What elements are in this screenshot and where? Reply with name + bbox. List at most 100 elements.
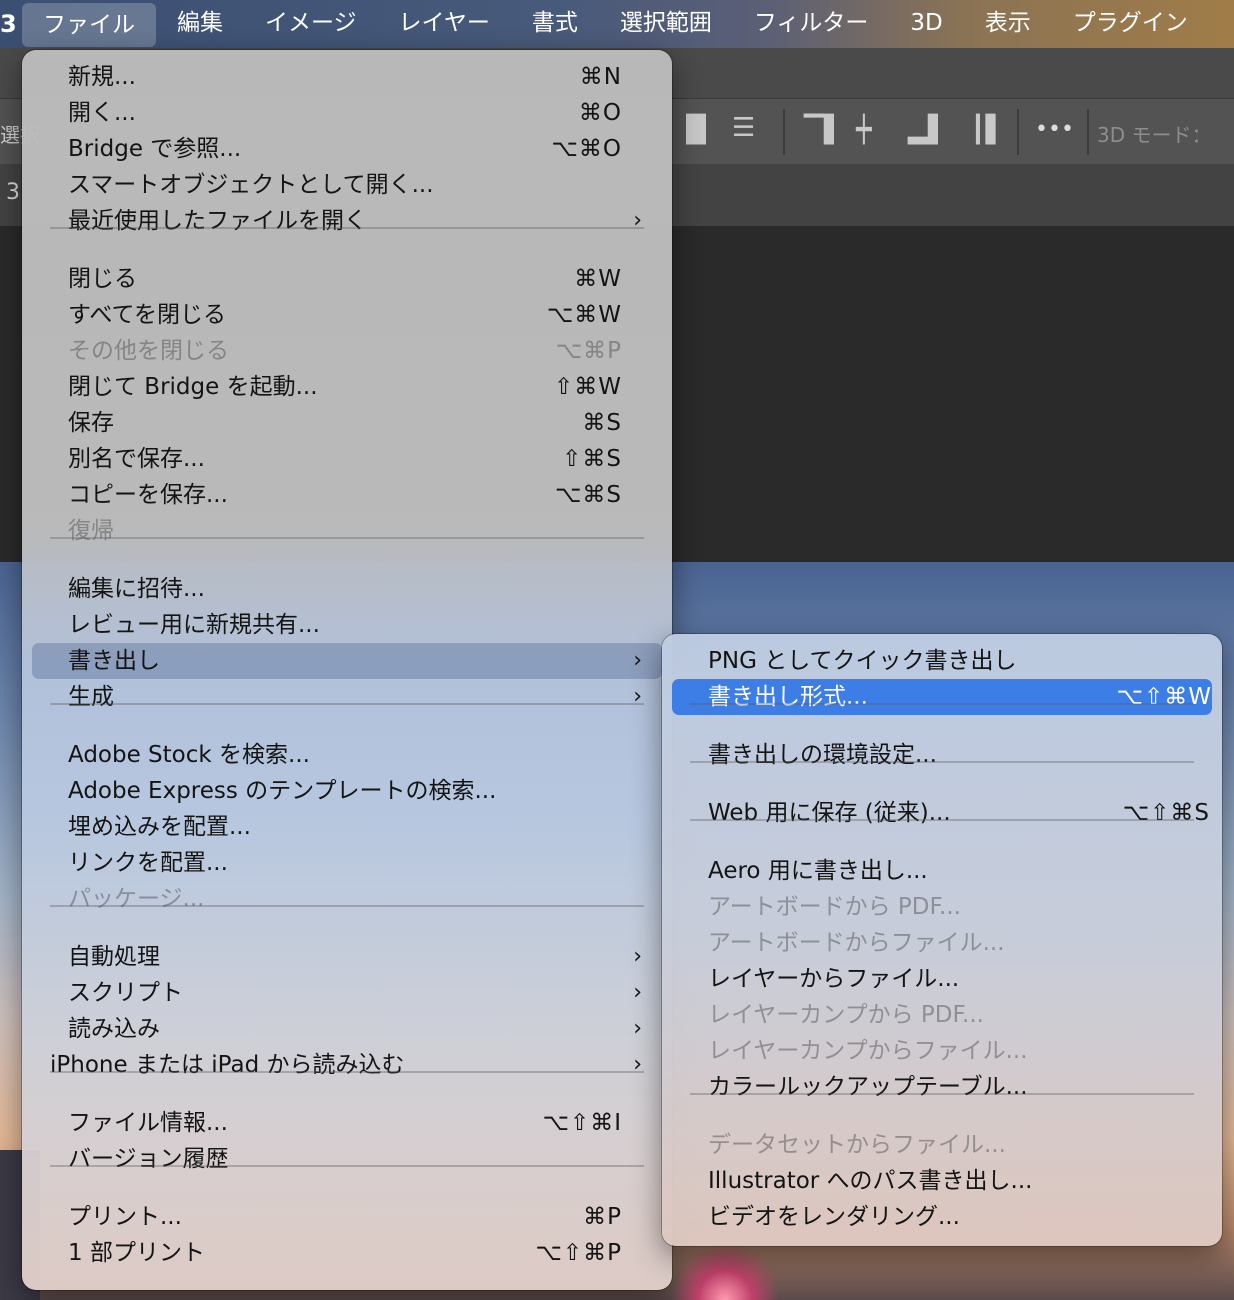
file-menu-item-label: 書き出し bbox=[68, 648, 160, 674]
file-menu-item[interactable]: 埋め込みを配置... bbox=[22, 809, 672, 845]
file-menu-item[interactable]: 最近使用したファイルを開く › bbox=[22, 203, 672, 239]
file-menu-item[interactable]: バージョン履歴 bbox=[22, 1141, 672, 1177]
file-menu-item[interactable]: コピーを保存... ⌥⌘S bbox=[22, 477, 672, 513]
file-menu-item[interactable]: Adobe Stock を検索... bbox=[22, 737, 672, 773]
file-menu-item[interactable]: すべてを閉じる ⌥⌘W bbox=[22, 297, 672, 333]
keyboard-shortcut: ⌥⌘P bbox=[555, 338, 622, 364]
keyboard-shortcut: ⌥⇧⌘I bbox=[542, 1110, 622, 1136]
file-menu-item[interactable]: レビュー用に新規共有... bbox=[22, 607, 672, 643]
file-menu-item-label: スクリプト bbox=[68, 980, 183, 1006]
file-menu-item[interactable]: iPhone または iPad から読み込む › bbox=[22, 1047, 672, 1083]
file-menu-item-label: 復帰 bbox=[68, 518, 114, 544]
file-menu-item: パッケージ... bbox=[22, 881, 672, 917]
file-menu-item[interactable]: 自動処理 › bbox=[22, 939, 672, 975]
file-menu-item[interactable]: 閉じる ⌘W bbox=[22, 261, 672, 297]
export-submenu-item: アートボードから PDF... bbox=[662, 889, 1222, 925]
file-menu-item[interactable]: Adobe Express のテンプレートの検索... bbox=[22, 773, 672, 809]
export-submenu-item[interactable]: PNG としてクイック書き出し bbox=[662, 643, 1222, 679]
keyboard-shortcut: ⌘N bbox=[579, 64, 622, 90]
menu-separator bbox=[690, 761, 1194, 763]
file-menu-item[interactable]: 別名で保存... ⇧⌘S bbox=[22, 441, 672, 477]
chevron-right-icon: › bbox=[633, 208, 642, 233]
export-submenu-item[interactable]: カラールックアップテーブル... bbox=[662, 1069, 1222, 1105]
file-menu-item-label: 1 部プリント bbox=[68, 1240, 205, 1266]
file-menu-item[interactable]: 編集に招待... bbox=[22, 571, 672, 607]
distribute-vertical-icon[interactable]: ┃▌ bbox=[970, 115, 1006, 145]
more-options-icon[interactable]: ••• bbox=[1035, 117, 1074, 142]
menu-separator bbox=[50, 1071, 644, 1073]
export-submenu-item[interactable]: Illustrator へのパス書き出し... bbox=[662, 1163, 1222, 1199]
photo-firework bbox=[670, 1240, 780, 1300]
export-submenu-item-label: データセットからファイル... bbox=[708, 1132, 1006, 1158]
file-menu-item-label: 保存 bbox=[68, 410, 114, 436]
menubar-type[interactable]: 書式 bbox=[511, 0, 599, 48]
file-menu-item[interactable]: プリント... ⌘P bbox=[22, 1199, 672, 1235]
file-menu-item[interactable]: 閉じて Bridge を起動... ⇧⌘W bbox=[22, 369, 672, 405]
menubar-filter[interactable]: フィルター bbox=[733, 0, 890, 48]
menu-separator bbox=[690, 819, 1194, 821]
menubar-plugins[interactable]: プラグイン bbox=[1052, 0, 1209, 48]
export-submenu-item-label: レイヤーからファイル... bbox=[708, 966, 960, 992]
export-submenu-item-label: PNG としてクイック書き出し bbox=[708, 648, 1017, 674]
export-submenu-item[interactable]: Aero 用に書き出し... bbox=[662, 853, 1222, 889]
export-submenu-item[interactable]: ビデオをレンダリング... bbox=[662, 1199, 1222, 1235]
align-vertical-center-icon[interactable]: ┿ bbox=[856, 115, 872, 145]
file-menu-item[interactable]: 1 部プリント ⌥⇧⌘P bbox=[22, 1235, 672, 1271]
keyboard-shortcut: ⌘O bbox=[578, 100, 622, 126]
file-menu-item[interactable]: 書き出し › bbox=[32, 643, 662, 679]
file-menu-item-label: 最近使用したファイルを開く bbox=[68, 208, 367, 234]
keyboard-shortcut: ⌘S bbox=[582, 410, 622, 436]
file-menu-item-label: Adobe Express のテンプレートの検索... bbox=[68, 778, 497, 804]
distribute-horizontal-icon[interactable]: ☰ bbox=[732, 113, 755, 143]
export-submenu-item[interactable]: Web 用に保存 (従来)... ⌥⇧⌘S bbox=[662, 795, 1222, 831]
file-menu-item-label: 別名で保存... bbox=[68, 446, 205, 472]
export-submenu-item-label: ビデオをレンダリング... bbox=[708, 1204, 960, 1230]
menubar-3d[interactable]: 3D bbox=[889, 0, 963, 48]
file-menu-item[interactable]: 新規... ⌘N bbox=[22, 59, 672, 95]
menubar-view[interactable]: 表示 bbox=[964, 0, 1052, 48]
menu-separator bbox=[50, 703, 644, 705]
menubar-file[interactable]: ファイル bbox=[22, 3, 156, 47]
export-submenu-item-label: レイヤーカンプから PDF... bbox=[708, 1002, 984, 1028]
menubar-image[interactable]: イメージ bbox=[244, 0, 378, 48]
keyboard-shortcut: ⌘W bbox=[574, 266, 622, 292]
file-menu-item-label: 閉じる bbox=[68, 266, 137, 292]
keyboard-shortcut: ⌥⇧⌘W bbox=[1116, 684, 1212, 710]
file-menu-item: その他を閉じる ⌥⌘P bbox=[22, 333, 672, 369]
menubar-edit[interactable]: 編集 bbox=[156, 0, 244, 48]
file-menu-item[interactable]: 保存 ⌘S bbox=[22, 405, 672, 441]
file-menu-item[interactable]: 読み込み › bbox=[22, 1011, 672, 1047]
app-menubar: 3 ファイル 編集 イメージ レイヤー 書式 選択範囲 フィルター 3D 表示 … bbox=[0, 0, 1234, 48]
align-right-icon[interactable]: ▐▌ bbox=[676, 115, 716, 145]
menu-separator bbox=[690, 1093, 1194, 1095]
file-menu-item-label: 編集に招待... bbox=[68, 576, 205, 602]
align-top-icon[interactable]: ▔▌ bbox=[804, 115, 844, 145]
file-menu-item-label: リンクを配置... bbox=[68, 850, 228, 876]
file-menu-item[interactable]: ファイル情報... ⌥⇧⌘I bbox=[22, 1105, 672, 1141]
file-menu-item[interactable]: 生成 › bbox=[22, 679, 672, 715]
toolbar-divider bbox=[783, 109, 785, 155]
menu-separator bbox=[690, 703, 1194, 705]
export-submenu-item[interactable]: 書き出し形式... ⌥⇧⌘W bbox=[672, 679, 1212, 715]
file-menu-item-label: 開く... bbox=[68, 100, 136, 126]
file-menu-item[interactable]: スマートオブジェクトとして開く... bbox=[22, 167, 672, 203]
export-submenu-item-label: Illustrator へのパス書き出し... bbox=[708, 1168, 1033, 1194]
file-menu-item-label: iPhone または iPad から読み込む bbox=[50, 1052, 405, 1078]
file-menu-item[interactable]: 開く... ⌘O bbox=[22, 95, 672, 131]
align-bottom-icon[interactable]: ▂▌ bbox=[908, 115, 948, 145]
file-menu-item[interactable]: スクリプト › bbox=[22, 975, 672, 1011]
file-menu-item: 復帰 bbox=[22, 513, 672, 549]
menubar-layer[interactable]: レイヤー bbox=[378, 0, 511, 48]
menubar-select[interactable]: 選択範囲 bbox=[599, 0, 733, 48]
export-submenu-item[interactable]: 書き出しの環境設定... bbox=[662, 737, 1222, 773]
file-menu-item-label: レビュー用に新規共有... bbox=[68, 612, 320, 638]
app-menu-fragment[interactable]: 3 bbox=[0, 10, 22, 38]
file-menu-item[interactable]: リンクを配置... bbox=[22, 845, 672, 881]
file-menu-item[interactable]: Bridge で参照... ⌥⌘O bbox=[22, 131, 672, 167]
toolbar-divider bbox=[1087, 109, 1089, 155]
export-submenu-item[interactable]: レイヤーからファイル... bbox=[662, 961, 1222, 997]
file-menu: 新規... ⌘N 開く... ⌘O Bridge で参照... ⌥⌘O スマートオブジェクト… bbox=[22, 50, 672, 1290]
file-menu-item-label: 生成 bbox=[68, 684, 114, 710]
document-tab-fragment[interactable]: 3 bbox=[6, 180, 20, 205]
chevron-right-icon: › bbox=[633, 684, 642, 709]
